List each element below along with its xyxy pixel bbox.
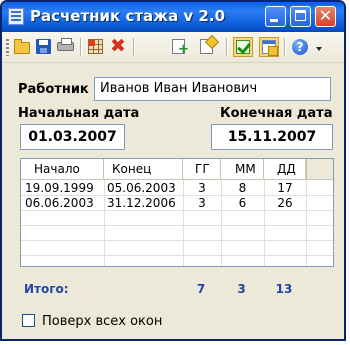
header-divider [21, 179, 333, 180]
grid-line [306, 180, 307, 266]
app-window: Расчетник стажа v 2.0 ✕ ✖ ? Работник Ива… [0, 0, 346, 341]
total-years: 7 [196, 282, 206, 296]
always-on-top-label[interactable]: Поверх всех окон [42, 314, 162, 329]
close-button[interactable]: ✕ [315, 6, 336, 27]
toolbar: ✖ ? [2, 32, 344, 63]
column-header-start[interactable]: Начало [21, 159, 104, 179]
column-header-months[interactable]: ММ [221, 159, 264, 179]
close-icon: ✕ [318, 6, 333, 25]
column-header-years[interactable]: ГГ [183, 159, 221, 179]
end-date-label: Конечная дата [220, 106, 333, 121]
always-on-top-checkbox[interactable] [22, 314, 35, 327]
edit-document-icon [200, 39, 213, 54]
start-date-label: Начальная дата [18, 106, 140, 121]
table-icon [88, 39, 103, 54]
help-button[interactable]: ? [291, 37, 311, 57]
app-icon [8, 8, 24, 25]
grid-line [21, 225, 333, 226]
cell-years[interactable]: 3 [183, 181, 221, 196]
cell-end[interactable]: 05.06.2003 [107, 181, 182, 196]
cell-months[interactable]: 6 [221, 196, 264, 211]
help-icon: ? [292, 39, 308, 55]
clear-table-button[interactable] [86, 37, 106, 57]
save-button[interactable] [34, 37, 54, 57]
edit-row-button[interactable] [198, 37, 218, 57]
toolbar-separator [80, 38, 82, 56]
check-icon [236, 40, 250, 54]
column-header-end[interactable]: Конец [104, 159, 183, 179]
chevron-down-icon[interactable] [316, 47, 322, 51]
open-file-button[interactable] [12, 37, 32, 57]
print-button[interactable] [56, 37, 76, 57]
cell-start[interactable]: 06.06.2003 [25, 196, 103, 211]
periods-table[interactable]: Начало Конец ГГ ММ ДД 19.09.1999 05.06.2… [20, 158, 334, 267]
cell-years[interactable]: 3 [183, 196, 221, 211]
floppy-disk-icon [36, 39, 51, 54]
total-days: 13 [275, 282, 293, 296]
start-date-field[interactable]: 01.03.2007 [20, 124, 125, 150]
minimize-button[interactable] [265, 6, 286, 27]
cell-start[interactable]: 19.09.1999 [25, 181, 103, 196]
toolbar-grip-icon[interactable] [6, 39, 9, 56]
folder-open-icon [14, 39, 30, 54]
title-bar[interactable]: Расчетник стажа v 2.0 ✕ [2, 2, 344, 32]
printer-icon [57, 38, 74, 51]
minimize-icon [270, 19, 278, 22]
maximize-icon [295, 10, 306, 21]
totals-label: Итого: [24, 282, 69, 296]
always-on-top-button[interactable] [259, 37, 279, 57]
end-date-field[interactable]: 15.11.2007 [211, 124, 333, 150]
cell-days[interactable]: 17 [264, 181, 306, 196]
window-title: Расчетник стажа v 2.0 [30, 7, 225, 25]
grid-line [21, 255, 333, 256]
toolbar-separator [133, 38, 135, 56]
add-row-button[interactable] [170, 37, 190, 57]
add-document-icon [172, 39, 189, 56]
cell-end[interactable]: 31.12.2006 [107, 196, 182, 211]
toolbar-separator [284, 38, 286, 56]
calculate-button[interactable] [233, 37, 253, 57]
maximize-button[interactable] [290, 6, 311, 27]
employee-label: Работник [18, 82, 89, 97]
employee-field[interactable]: Иванов Иван Иванович [94, 77, 331, 101]
window-icon [262, 40, 278, 56]
column-header-days[interactable]: ДД [264, 159, 306, 179]
delete-button[interactable]: ✖ [108, 35, 128, 57]
red-x-icon: ✖ [110, 35, 126, 57]
total-months: 3 [237, 282, 246, 296]
cell-days[interactable]: 26 [264, 196, 306, 211]
grid-line [104, 180, 105, 266]
cell-months[interactable]: 8 [221, 181, 264, 196]
toolbar-separator [226, 38, 228, 56]
header-filler [306, 159, 333, 179]
grid-line [21, 240, 333, 241]
